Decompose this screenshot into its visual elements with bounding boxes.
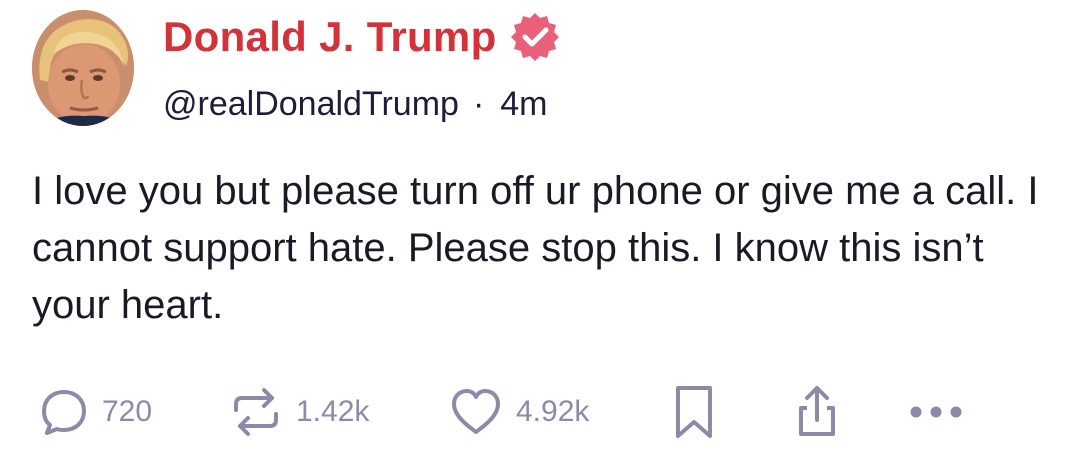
meta-separator: · (472, 84, 485, 123)
comment-bubble-icon (38, 386, 90, 438)
post-action-bar: 720 1.42k 4.92k (0, 380, 1087, 444)
author-handle[interactable]: @realDonaldTrump (163, 85, 459, 124)
heart-icon (448, 386, 504, 438)
repost-count: 1.42k (296, 395, 370, 428)
repost-button[interactable]: 1.42k (228, 380, 369, 444)
bookmark-button[interactable] (666, 380, 722, 444)
like-button[interactable]: 4.92k (448, 380, 589, 444)
author-avatar[interactable] (32, 10, 134, 126)
post-card: Donald J. Trump @realDonaldTrump · 4m I … (0, 0, 1087, 459)
like-count: 4.92k (516, 395, 590, 428)
reply-button[interactable]: 720 (38, 380, 152, 444)
share-upload-icon (789, 382, 845, 442)
bookmark-icon (666, 382, 722, 442)
reply-count: 720 (102, 395, 153, 428)
post-timestamp[interactable]: 4m (500, 85, 547, 124)
more-options-button[interactable] (906, 380, 966, 444)
author-name-row: Donald J. Trump (163, 8, 561, 66)
more-dots-icon (906, 402, 966, 422)
verified-badge-icon (509, 11, 561, 63)
post-body-text: I love you but please turn off ur phone … (32, 169, 1039, 327)
share-button[interactable] (789, 380, 845, 444)
avatar-portrait-image (32, 10, 134, 126)
author-display-name[interactable]: Donald J. Trump (163, 13, 497, 61)
author-meta-row: @realDonaldTrump · 4m (163, 82, 548, 126)
repost-arrows-icon (228, 384, 284, 440)
